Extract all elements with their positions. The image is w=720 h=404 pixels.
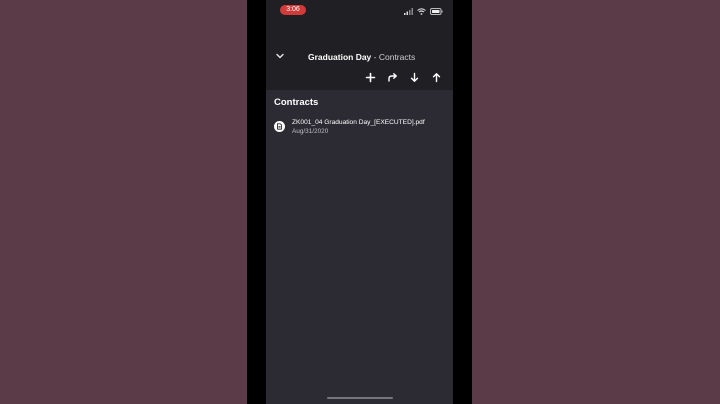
share-button[interactable]: [386, 71, 399, 84]
arrow-down-icon: [410, 72, 419, 82]
right-letterbox: [453, 0, 472, 404]
arrow-up-icon: [432, 73, 441, 83]
page-title: Graduation Day - Contracts: [308, 52, 415, 62]
left-letterbox: [247, 0, 266, 404]
status-time: 3:06: [280, 5, 306, 15]
title-project: Graduation Day: [308, 52, 372, 62]
wifi-icon: [417, 7, 426, 15]
top-bar: Graduation Day - Contracts: [266, 48, 453, 66]
home-indicator[interactable]: [327, 397, 393, 399]
phone-screen: 3:06 Graduation Day - Contracts Contract…: [266, 0, 453, 404]
upload-button[interactable]: [430, 71, 443, 84]
status-icons: [404, 7, 443, 15]
document-icon: [274, 121, 285, 132]
section-title: Contracts: [274, 97, 319, 108]
signal-icon: [404, 7, 413, 15]
share-icon: [388, 73, 397, 82]
add-button[interactable]: [364, 71, 377, 84]
chevron-down-icon[interactable]: [274, 50, 286, 62]
file-name: ZK001_04 Graduation Day_[EXECUTED].pdf: [292, 119, 425, 126]
action-toolbar: [364, 71, 443, 84]
battery-icon: [430, 7, 443, 15]
file-date: Aug/31/2020: [292, 128, 329, 135]
download-button[interactable]: [408, 71, 421, 84]
plus-icon: [365, 72, 376, 83]
title-section: - Contracts: [371, 52, 416, 62]
file-list-item[interactable]: ZK001_04 Graduation Day_[EXECUTED].pdf A…: [274, 118, 449, 140]
